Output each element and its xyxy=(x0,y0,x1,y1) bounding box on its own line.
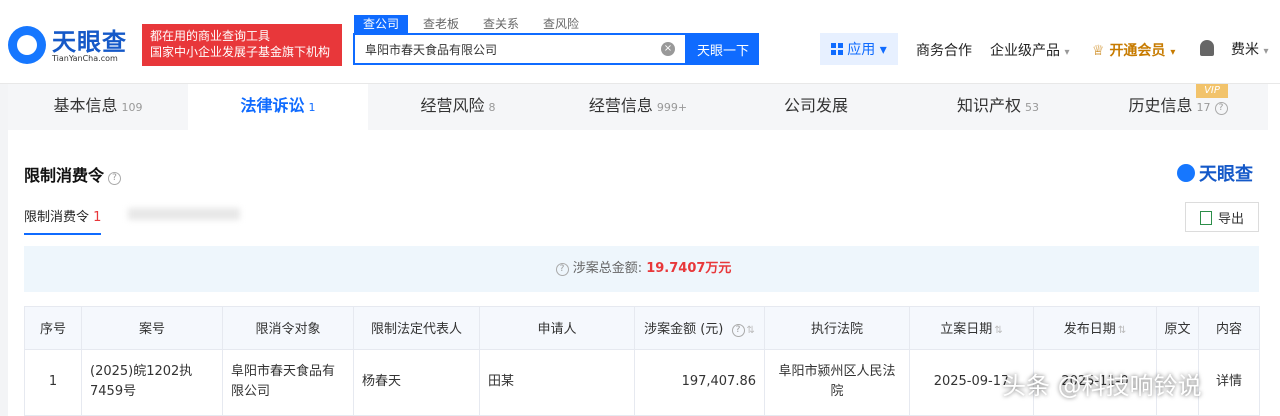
brand-url: TianYanCha.com xyxy=(52,54,118,63)
eye-logo-icon xyxy=(8,26,46,64)
row-index: 1 xyxy=(24,348,82,416)
column-header: 限消令对象 xyxy=(222,306,354,350)
help-icon[interactable]: ? xyxy=(1214,102,1228,115)
tab-search-risk[interactable]: 查风险 xyxy=(534,15,588,33)
tab-business-risk[interactable]: 经营风险 8 xyxy=(368,84,548,130)
brand-name: 天眼查 xyxy=(52,28,127,56)
sort-icon[interactable]: ⇅ xyxy=(1118,325,1126,336)
toutiao-watermark: 头条 @科技响铃说 xyxy=(1002,372,1202,400)
top-bar: 天眼查 TianYanCha.com 都在用的商业查询工具 国家中小企业发展子基… xyxy=(0,0,1280,84)
case-number-link[interactable]: (2025)皖1202执7459号 xyxy=(81,348,223,416)
blurred-filter-area xyxy=(128,208,240,220)
subtab-consumption-order[interactable]: 限制消费令 1 xyxy=(24,206,102,235)
search-button[interactable]: 天眼一下 xyxy=(687,33,759,65)
sortable-column-header[interactable]: 立案日期 ⇅ xyxy=(909,306,1034,350)
tab-legal[interactable]: 法律诉讼 1 xyxy=(188,84,368,130)
table-header: 序号 案号 限消令对象 限制法定代表人 申请人 涉案金额 (元) ? ⇅ 执行法院… xyxy=(24,306,1260,350)
column-header: 原文 xyxy=(1156,306,1199,350)
brand-watermark: 天眼查 xyxy=(1177,160,1253,186)
case-amount-summary: ? 涉案总金额: 19.7407万元 xyxy=(24,246,1259,292)
applicant-cell: 田某 xyxy=(479,348,635,416)
sortable-column-header[interactable]: 发布日期 ⇅ xyxy=(1033,306,1157,350)
promo-line-2: 国家中小企业发展子基金旗下机构 xyxy=(150,45,331,59)
column-header: 限制法定代表人 xyxy=(353,306,480,350)
court-cell: 阜阳市颍州区人民法院 xyxy=(764,348,910,416)
tab-search-relation[interactable]: 查关系 xyxy=(474,15,528,33)
apps-button[interactable]: 应用 ▾ xyxy=(820,33,898,65)
legal-rep-link[interactable]: 杨春天 xyxy=(353,348,480,416)
promo-banner: 都在用的商业查询工具 国家中小企业发展子基金旗下机构 xyxy=(142,24,342,66)
bell-icon[interactable] xyxy=(1200,40,1214,56)
clear-icon[interactable]: × xyxy=(661,42,675,56)
tab-basic-info[interactable]: 基本信息 109 xyxy=(8,84,188,130)
tab-search-company[interactable]: 查公司 xyxy=(354,15,409,33)
tab-history[interactable]: 历史信息 17? xyxy=(1088,84,1268,130)
tianyancha-logo[interactable]: 天眼查 TianYanCha.com xyxy=(8,22,136,66)
crown-icon: ♕ xyxy=(1092,43,1105,59)
main-tabs: 基本信息 109 法律诉讼 1 经营风险 8 经营信息 999+ 公司发展 知识产权 53… xyxy=(8,84,1272,130)
amount-cell: 197,407.86 xyxy=(634,348,765,416)
column-header: 执行法院 xyxy=(764,306,910,350)
tab-ip[interactable]: 知识产权 53 xyxy=(908,84,1088,130)
help-icon[interactable]: ? xyxy=(555,263,569,276)
enterprise-products-menu[interactable]: 企业级产品 ▾ xyxy=(990,40,1069,60)
tab-search-boss[interactable]: 查老板 xyxy=(414,15,468,33)
search-input[interactable] xyxy=(355,35,645,63)
chevron-down-icon: ▾ xyxy=(1263,46,1269,57)
user-menu[interactable]: 费米 ▾ xyxy=(1231,39,1268,59)
tab-company-development[interactable]: 公司发展 xyxy=(728,84,908,130)
promo-line-1: 都在用的商业查询工具 xyxy=(150,29,271,43)
column-header: 申请人 xyxy=(479,306,635,350)
sortable-column-header[interactable]: 涉案金额 (元) ? ⇅ xyxy=(634,306,765,350)
chevron-down-icon: ▾ xyxy=(1170,47,1176,58)
export-button[interactable]: 导出 xyxy=(1185,202,1259,232)
section-title: 限制消费令? xyxy=(24,162,122,186)
help-icon[interactable]: ? xyxy=(731,324,745,338)
search-box: × xyxy=(353,33,687,65)
grid-icon xyxy=(831,43,844,55)
tab-business-info[interactable]: 经营信息 999+ xyxy=(548,84,728,130)
open-vip-menu[interactable]: ♕ 开通会员 ▾ xyxy=(1092,40,1175,60)
target-company-link[interactable]: 阜阳市春天食品有限公司 xyxy=(222,348,354,416)
vip-badge: VIP xyxy=(1196,84,1228,98)
eye-logo-icon xyxy=(1177,164,1195,182)
chevron-down-icon: ▾ xyxy=(1064,47,1070,58)
sort-icon[interactable]: ⇅ xyxy=(994,325,1002,336)
column-header: 序号 xyxy=(24,306,82,350)
sort-icon[interactable]: ⇅ xyxy=(747,325,755,336)
column-header: 案号 xyxy=(81,306,223,350)
business-cooperation-link[interactable]: 商务合作 xyxy=(916,40,972,60)
search-type-tabs: 查公司 查老板 查关系 查风险 xyxy=(354,15,588,33)
column-header: 内容 xyxy=(1198,306,1260,350)
excel-icon xyxy=(1199,210,1212,225)
help-icon[interactable]: ? xyxy=(108,172,122,185)
